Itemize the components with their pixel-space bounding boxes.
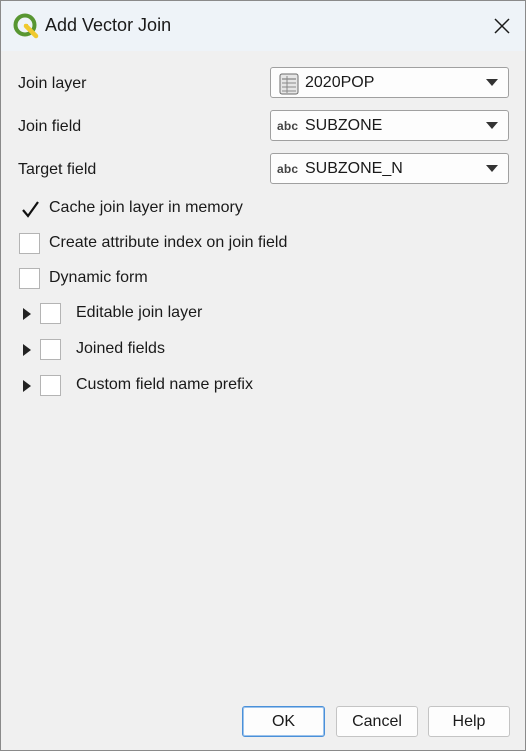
title-bar: Add Vector Join	[1, 1, 525, 51]
dynamic-form-checkbox[interactable]	[19, 268, 40, 289]
chevron-down-icon	[486, 79, 498, 86]
joined-fields-label: Joined fields	[76, 340, 165, 357]
joined-fields-group[interactable]: Joined fields	[1, 339, 301, 363]
editable-join-layer-label: Editable join layer	[76, 304, 203, 321]
text-field-type-icon: abc	[277, 119, 299, 133]
chevron-down-icon	[486, 165, 498, 172]
expand-arrow-icon[interactable]	[23, 380, 31, 392]
custom-field-name-prefix-checkbox[interactable]	[40, 375, 61, 396]
dynamic-form-label: Dynamic form	[49, 269, 148, 286]
cache-join-layer-label: Cache join layer in memory	[49, 199, 243, 216]
ok-button[interactable]: OK	[242, 706, 325, 737]
join-layer-combobox[interactable]: 2020POP	[270, 67, 509, 98]
create-attribute-index-checkbox[interactable]	[19, 233, 40, 254]
create-attribute-index-label: Create attribute index on join field	[49, 234, 288, 251]
close-button[interactable]	[479, 1, 525, 51]
editable-join-layer-checkbox[interactable]	[40, 303, 61, 324]
expand-arrow-icon[interactable]	[23, 308, 31, 320]
target-field-combobox[interactable]: abc SUBZONE_N	[270, 153, 509, 184]
joined-fields-checkbox[interactable]	[40, 339, 61, 360]
text-field-type-icon: abc	[277, 162, 299, 176]
window-title: Add Vector Join	[45, 15, 172, 35]
join-field-value: SUBZONE	[305, 117, 383, 134]
help-button[interactable]: Help	[428, 706, 510, 737]
join-layer-value: 2020POP	[305, 74, 375, 91]
cache-join-layer-checkbox[interactable]	[19, 198, 40, 219]
add-vector-join-dialog: Add Vector Join Join layer 2020POP Join …	[0, 0, 526, 751]
cache-join-layer-option[interactable]: Cache join layer in memory	[19, 198, 319, 222]
custom-field-name-prefix-label: Custom field name prefix	[76, 376, 253, 393]
chevron-down-icon	[486, 122, 498, 129]
close-icon	[494, 18, 510, 34]
qgis-logo-icon	[13, 13, 39, 39]
cancel-button[interactable]: Cancel	[336, 706, 418, 737]
join-field-combobox[interactable]: abc SUBZONE	[270, 110, 509, 141]
editable-join-layer-group[interactable]: Editable join layer	[1, 303, 301, 327]
dynamic-form-option[interactable]: Dynamic form	[19, 268, 219, 292]
target-field-label: Target field	[18, 161, 97, 178]
join-field-label: Join field	[18, 118, 82, 135]
custom-field-name-prefix-group[interactable]: Custom field name prefix	[1, 375, 321, 399]
expand-arrow-icon[interactable]	[23, 344, 31, 356]
join-layer-label: Join layer	[18, 75, 87, 92]
table-icon	[279, 73, 299, 95]
create-attribute-index-option[interactable]: Create attribute index on join field	[19, 233, 339, 257]
target-field-value: SUBZONE_N	[305, 160, 403, 177]
checkmark-icon	[22, 201, 39, 218]
